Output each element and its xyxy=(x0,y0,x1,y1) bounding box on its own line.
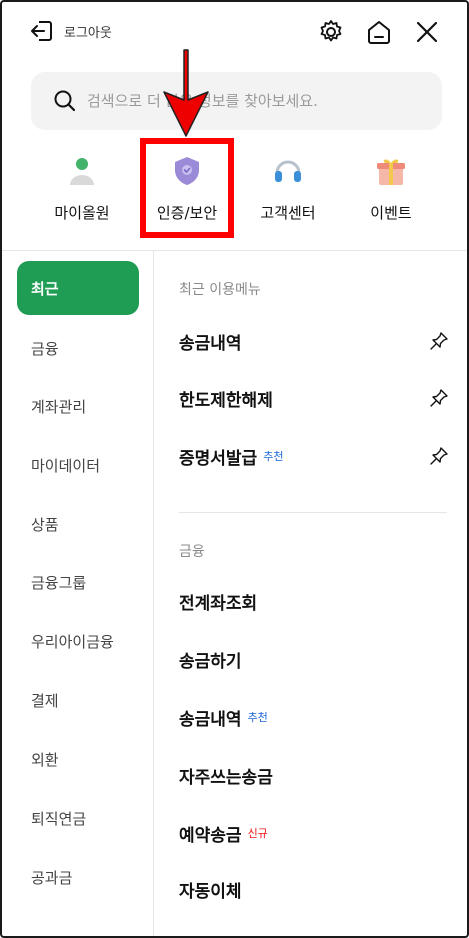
quick-item-label: 이벤트 xyxy=(370,204,412,222)
section-divider xyxy=(179,512,447,513)
person-icon xyxy=(70,158,94,185)
sidebar-item-group[interactable]: 금융그룹 xyxy=(17,555,139,609)
menu-item-finance[interactable]: 자동이체 xyxy=(179,869,449,909)
quick-item-label: 고객센터 xyxy=(260,204,316,222)
headset-icon xyxy=(275,160,301,182)
menu-item-finance[interactable]: 송금내역 추천 xyxy=(179,697,449,737)
menu-item-finance[interactable]: 전계좌조회 xyxy=(179,581,449,621)
highlight-box xyxy=(140,138,234,238)
logout-icon xyxy=(31,21,52,41)
menu-item-finance[interactable]: 예약송금 신규 xyxy=(179,813,449,853)
logout-label: 로그아웃 xyxy=(64,25,112,41)
menu-item-label: 송금하기 xyxy=(179,651,242,672)
menu-item-recent[interactable]: 한도제한해제 xyxy=(179,378,449,418)
close-icon[interactable] xyxy=(413,18,441,46)
logout-button[interactable]: 로그아웃 xyxy=(30,20,112,42)
new-tag: 신규 xyxy=(247,827,268,840)
menu-item-label: 예약송금 xyxy=(179,825,242,846)
sidebar-item-recent[interactable]: 최근 xyxy=(17,261,139,315)
section-title-finance: 금융 xyxy=(179,544,205,560)
gear-icon[interactable] xyxy=(317,18,345,46)
sidebar: 최근 금융 계좌관리 마이데이터 상품 금융그룹 우리아이금융 결제 외환 퇴직… xyxy=(2,251,154,936)
menu-item-label: 자주쓰는송금 xyxy=(179,767,273,788)
menu-content: 최근 이용메뉴 송금내역 한도제한해제 증명서발급 추천 금융 전계좌조회 송금… xyxy=(155,251,467,936)
home-icon[interactable] xyxy=(365,18,393,46)
sidebar-item-products[interactable]: 상품 xyxy=(17,497,139,551)
menu-item-recent[interactable]: 송금내역 xyxy=(179,321,449,361)
quick-menu: 마이올원 인증/보안 고객센터 이벤트 xyxy=(2,142,467,242)
menu-item-label: 한도제한해제 xyxy=(179,390,273,411)
quick-item-event[interactable]: 이벤트 xyxy=(336,154,446,223)
sidebar-item-pension[interactable]: 퇴직연금 xyxy=(17,791,139,845)
menu-item-label: 전계좌조회 xyxy=(179,593,258,614)
quick-item-customer-center[interactable]: 고객센터 xyxy=(233,154,343,223)
search-bar[interactable] xyxy=(31,72,442,130)
gift-icon xyxy=(377,159,405,185)
menu-item-recent[interactable]: 증명서발급 추천 xyxy=(179,436,449,476)
arrow-down-icon xyxy=(163,49,209,137)
search-input[interactable] xyxy=(87,92,407,110)
sidebar-item-finance[interactable]: 금융 xyxy=(17,321,139,375)
menu-item-label: 자동이체 xyxy=(179,881,242,902)
search-icon xyxy=(54,90,76,112)
menu-item-label: 송금내역 xyxy=(179,333,242,354)
menu-item-label: 증명서발급 xyxy=(179,448,258,469)
sidebar-item-kids[interactable]: 우리아이금융 xyxy=(17,614,139,668)
quick-item-label: 마이올원 xyxy=(54,204,110,222)
sidebar-item-forex[interactable]: 외환 xyxy=(17,732,139,786)
pin-icon[interactable] xyxy=(429,388,449,408)
app-frame: 로그아웃 마이올원 xyxy=(0,0,469,938)
recommend-tag: 추천 xyxy=(263,450,284,463)
header: 로그아웃 xyxy=(2,2,467,64)
sidebar-item-mydata[interactable]: 마이데이터 xyxy=(17,438,139,492)
menu-item-label: 송금내역 xyxy=(179,709,242,730)
sidebar-item-utility[interactable]: 공과금 xyxy=(17,850,139,904)
recommend-tag: 추천 xyxy=(247,711,268,724)
sidebar-item-account[interactable]: 계좌관리 xyxy=(17,379,139,433)
menu-item-finance[interactable]: 자주쓰는송금 xyxy=(179,755,449,795)
section-title-recent: 최근 이용메뉴 xyxy=(179,282,261,298)
pin-icon[interactable] xyxy=(429,446,449,466)
quick-item-my[interactable]: 마이올원 xyxy=(27,154,137,223)
menu-item-finance[interactable]: 송금하기 xyxy=(179,639,449,679)
sidebar-item-payment[interactable]: 결제 xyxy=(17,673,139,727)
pin-icon[interactable] xyxy=(429,331,449,351)
